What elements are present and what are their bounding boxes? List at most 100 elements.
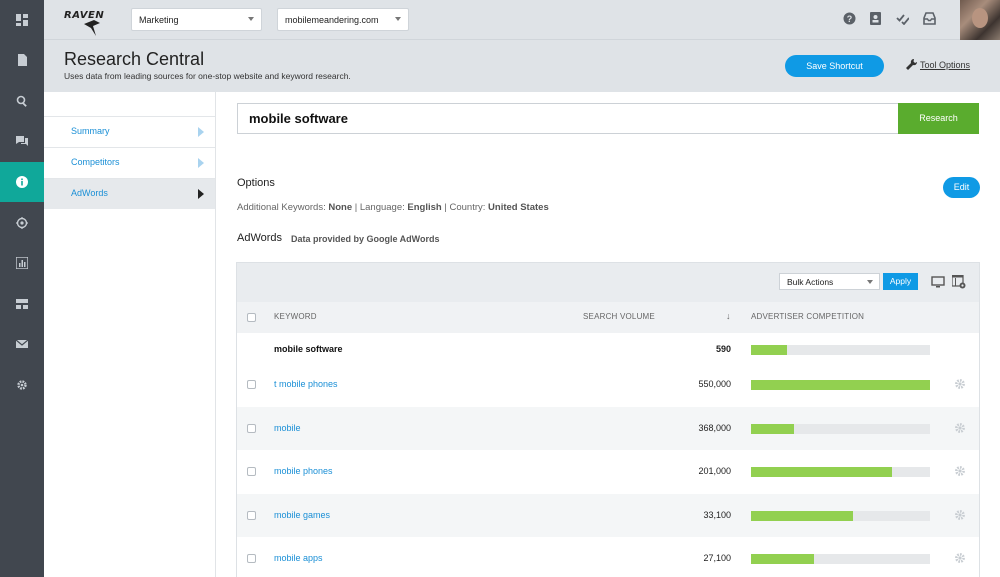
info-icon[interactable] — [0, 162, 44, 202]
chevron-down-icon — [395, 17, 401, 21]
chevron-down-icon — [867, 280, 873, 284]
site-select-value: mobilemeandering.com — [285, 15, 379, 25]
chevron-down-icon — [248, 17, 254, 21]
subnav-item-label: AdWords — [71, 188, 108, 198]
subnav-item-adwords[interactable]: AdWords — [44, 178, 215, 209]
search-volume-column-header[interactable]: SEARCH VOLUME — [583, 312, 655, 321]
subnav-item-label: Summary — [71, 126, 110, 136]
additional-keywords-label: Additional Keywords: — [237, 202, 326, 213]
sort-arrow-icon[interactable]: ↓ — [726, 311, 731, 321]
adwords-heading: AdWords — [237, 232, 283, 244]
apply-button[interactable]: Apply — [883, 273, 918, 290]
options-separator: | — [354, 202, 358, 213]
keyword-cell: mobile software — [274, 344, 343, 354]
inbox-icon[interactable] — [923, 12, 936, 25]
site-select[interactable]: mobilemeandering.com — [277, 8, 409, 31]
row-gear-icon[interactable] — [954, 552, 966, 564]
competition-bar-fill — [751, 554, 814, 564]
search-volume-cell: 27,100 — [703, 553, 731, 563]
row-gear-icon[interactable] — [954, 465, 966, 477]
monitor-icon[interactable] — [931, 275, 945, 289]
additional-keywords-value: None — [328, 202, 353, 213]
save-shortcut-button[interactable]: Save Shortcut — [785, 55, 884, 77]
keyword-cell[interactable]: mobile phones — [274, 466, 333, 476]
page-subtitle: Uses data from leading sources for one-s… — [64, 71, 351, 81]
account-select[interactable]: Marketing — [131, 8, 262, 31]
help-icon[interactable]: ? — [843, 12, 856, 25]
competition-bar-fill — [751, 424, 794, 434]
dashboard-icon[interactable] — [0, 0, 44, 40]
competition-bar — [751, 511, 930, 521]
raven-logo[interactable]: RAVEN — [64, 8, 104, 36]
table-row: mobile 368,000 — [237, 407, 979, 450]
language-value: English — [407, 202, 442, 213]
document-icon[interactable] — [0, 40, 44, 80]
chart-icon[interactable] — [0, 243, 44, 283]
row-checkbox[interactable] — [247, 380, 256, 389]
search-volume-cell: 368,000 — [698, 423, 731, 433]
wrench-icon — [906, 59, 917, 70]
competition-bar — [751, 554, 930, 564]
tasks-check-icon[interactable] — [896, 12, 910, 26]
row-gear-icon[interactable] — [954, 509, 966, 521]
chevron-right-icon — [198, 158, 204, 168]
table-row: t mobile phones 550,000 — [237, 363, 979, 406]
layout-icon[interactable] — [0, 284, 44, 324]
subnav-item-label: Competitors — [71, 157, 120, 167]
page-title: Research Central — [64, 49, 205, 69]
search-volume-cell: 33,100 — [703, 510, 731, 520]
options-heading: Options — [237, 177, 275, 189]
keyword-cell[interactable]: mobile games — [274, 510, 330, 520]
row-checkbox[interactable] — [247, 511, 256, 520]
target-icon[interactable] — [0, 203, 44, 243]
row-checkbox[interactable] — [247, 554, 256, 563]
options-summary: Additional Keywords: None | Language: En… — [237, 202, 549, 213]
research-subnav: Summary Competitors AdWords — [44, 92, 216, 577]
raven-bird-icon — [84, 20, 100, 36]
competition-bar — [751, 345, 930, 355]
search-volume-cell: 590 — [715, 344, 731, 354]
mail-icon[interactable] — [0, 324, 44, 364]
table-row: mobile apps 27,100 — [237, 537, 979, 577]
keyword-cell[interactable]: mobile apps — [274, 553, 323, 563]
row-gear-icon[interactable] — [954, 378, 966, 390]
competition-bar-fill — [751, 467, 893, 477]
table-toolbar: Bulk Actions Apply — [237, 263, 979, 302]
competition-bar — [751, 467, 930, 477]
table-header: KEYWORD SEARCH VOLUME ↓ ADVERTISER COMPE… — [237, 302, 979, 333]
user-avatar[interactable] — [960, 0, 1000, 40]
search-volume-cell: 550,000 — [698, 379, 731, 389]
keyword-cell[interactable]: t mobile phones — [274, 379, 338, 389]
table-row-searched-keyword: mobile software 590 — [237, 333, 979, 363]
table-row: mobile games 33,100 — [237, 494, 979, 537]
competition-bar-fill — [751, 345, 787, 355]
select-all-checkbox[interactable] — [247, 313, 256, 322]
row-gear-icon[interactable] — [954, 422, 966, 434]
language-label: Language: — [359, 202, 405, 213]
tool-options-label: Tool Options — [920, 59, 971, 70]
subnav-item-competitors[interactable]: Competitors — [44, 147, 215, 178]
svg-text:?: ? — [847, 14, 853, 24]
advertiser-competition-column-header[interactable]: ADVERTISER COMPETITION — [751, 312, 864, 321]
settings-gear-icon[interactable] — [0, 365, 44, 405]
table-settings-icon[interactable] — [951, 274, 966, 289]
table-row: mobile phones 201,000 — [237, 450, 979, 493]
bulk-actions-value: Bulk Actions — [787, 277, 834, 287]
subnav-item-summary[interactable]: Summary — [44, 116, 215, 147]
research-button[interactable]: Research — [898, 103, 979, 134]
chat-icon[interactable] — [0, 121, 44, 161]
search-icon[interactable] — [0, 81, 44, 121]
country-label: Country: — [449, 202, 486, 213]
bulk-actions-select[interactable]: Bulk Actions — [779, 273, 880, 290]
keyword-cell[interactable]: mobile — [274, 423, 301, 433]
edit-options-button[interactable]: Edit — [943, 177, 980, 198]
contacts-icon[interactable] — [869, 12, 882, 25]
adwords-panel: Bulk Actions Apply KEYWORD SEARCH VOLUME… — [236, 262, 980, 577]
research-search-input[interactable]: mobile software — [237, 103, 899, 134]
keyword-column-header[interactable]: KEYWORD — [274, 312, 317, 321]
tool-options-link[interactable]: Tool Options — [906, 59, 970, 70]
row-checkbox[interactable] — [247, 467, 256, 476]
competition-bar — [751, 424, 930, 434]
row-checkbox[interactable] — [247, 424, 256, 433]
country-value: United States — [488, 202, 549, 213]
